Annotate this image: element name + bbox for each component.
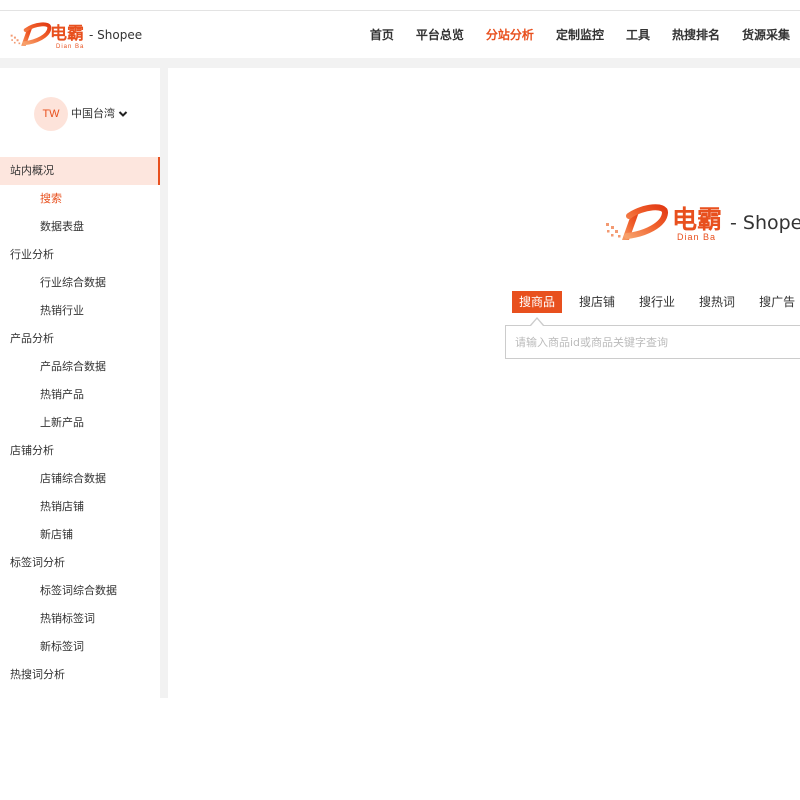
sidebar-item-hot-industries[interactable]: 热销行业 <box>0 297 160 325</box>
sidebar-item-hot-products[interactable]: 热销产品 <box>0 381 160 409</box>
sidebar-item-dashboard[interactable]: 数据表盘 <box>0 213 160 241</box>
nav-item-home[interactable]: 首页 <box>370 27 394 43</box>
tab-search-industries[interactable]: 搜行业 <box>632 291 682 313</box>
sidebar-item-new-shops[interactable]: 新店铺 <box>0 521 160 549</box>
region-name: 中国台湾 <box>71 107 115 120</box>
top-header: 电霸 Dian Ba - Shopee 首页 平台总览 分站分析 定制监控 工具… <box>0 10 800 58</box>
search-tabs: 搜商品 搜店铺 搜行业 搜热词 搜广告 <box>512 291 795 313</box>
hero-brand-name-en: Dian Ba <box>677 232 717 242</box>
sidebar-menu: 站内概况 搜索 数据表盘 行业分析 行业综合数据 热销行业 产品分析 产品综合数… <box>0 157 160 689</box>
sidebar-group-site-overview[interactable]: 站内概况 <box>0 157 160 185</box>
sidebar-group-shop-analysis[interactable]: 店铺分析 <box>0 437 160 465</box>
tab-search-shops[interactable]: 搜店铺 <box>572 291 622 313</box>
sidebar-item-industry-overview-data[interactable]: 行业综合数据 <box>0 269 160 297</box>
active-tab-pointer <box>530 317 544 326</box>
app-root: 电霸 Dian Ba - Shopee 首页 平台总览 分站分析 定制监控 工具… <box>0 0 800 800</box>
sidebar-item-new-products[interactable]: 上新产品 <box>0 409 160 437</box>
nav-item-tools[interactable]: 工具 <box>626 27 650 43</box>
hero-brand-name-cn: 电霸 <box>672 205 723 234</box>
brand-suffix: - Shopee <box>89 28 143 42</box>
brand-name-en: Dian Ba <box>56 44 85 50</box>
region-avatar: TW <box>34 97 68 131</box>
brand-logo-icon <box>10 22 52 46</box>
nav-item-hot-search-ranking[interactable]: 热搜排名 <box>672 27 720 43</box>
main-nav: 首页 平台总览 分站分析 定制监控 工具 热搜排名 货源采集 <box>370 11 790 58</box>
sidebar-group-industry-analysis[interactable]: 行业分析 <box>0 241 160 269</box>
sidebar-item-product-overview-data[interactable]: 产品综合数据 <box>0 353 160 381</box>
main-content: 电霸 Dian Ba - Shopee 搜商品 搜店铺 搜行业 搜热词 搜广告 <box>168 68 800 698</box>
tab-search-keywords[interactable]: 搜热词 <box>692 291 742 313</box>
sidebar-item-shop-overview-data[interactable]: 店铺综合数据 <box>0 465 160 493</box>
sidebar-group-product-analysis[interactable]: 产品分析 <box>0 325 160 353</box>
search-input[interactable] <box>505 325 800 359</box>
brand-name-cn: 电霸 <box>50 24 84 44</box>
region-selector[interactable]: TW 中国台湾 <box>34 97 128 131</box>
sidebar-item-hot-tags[interactable]: 热销标签词 <box>0 605 160 633</box>
brand-logo-icon <box>606 204 668 240</box>
sidebar-item-hot-shops[interactable]: 热销店铺 <box>0 493 160 521</box>
sidebar: TW 中国台湾 站内概况 搜索 数据表盘 行业分析 行业综合数据 热销行业 产品… <box>0 68 160 698</box>
sidebar-group-hot-keyword-analysis[interactable]: 热搜词分析 <box>0 661 160 689</box>
sidebar-item-tag-overview-data[interactable]: 标签词综合数据 <box>0 577 160 605</box>
nav-item-sourcing[interactable]: 货源采集 <box>742 27 790 43</box>
sidebar-item-search[interactable]: 搜索 <box>0 185 160 213</box>
brand-logo[interactable]: 电霸 Dian Ba - Shopee <box>10 11 150 58</box>
nav-item-platform-overview[interactable]: 平台总览 <box>416 27 464 43</box>
nav-item-site-analysis[interactable]: 分站分析 <box>486 27 534 43</box>
hero-logo: 电霸 Dian Ba - Shopee <box>605 201 800 245</box>
tab-search-ads[interactable]: 搜广告 <box>752 291 795 313</box>
sidebar-item-new-tags[interactable]: 新标签词 <box>0 633 160 661</box>
sidebar-group-tag-analysis[interactable]: 标签词分析 <box>0 549 160 577</box>
hero-brand-suffix: - Shopee <box>730 212 800 234</box>
nav-item-custom-monitoring[interactable]: 定制监控 <box>556 27 604 43</box>
tab-search-products[interactable]: 搜商品 <box>512 291 563 313</box>
chevron-down-icon <box>118 111 128 117</box>
